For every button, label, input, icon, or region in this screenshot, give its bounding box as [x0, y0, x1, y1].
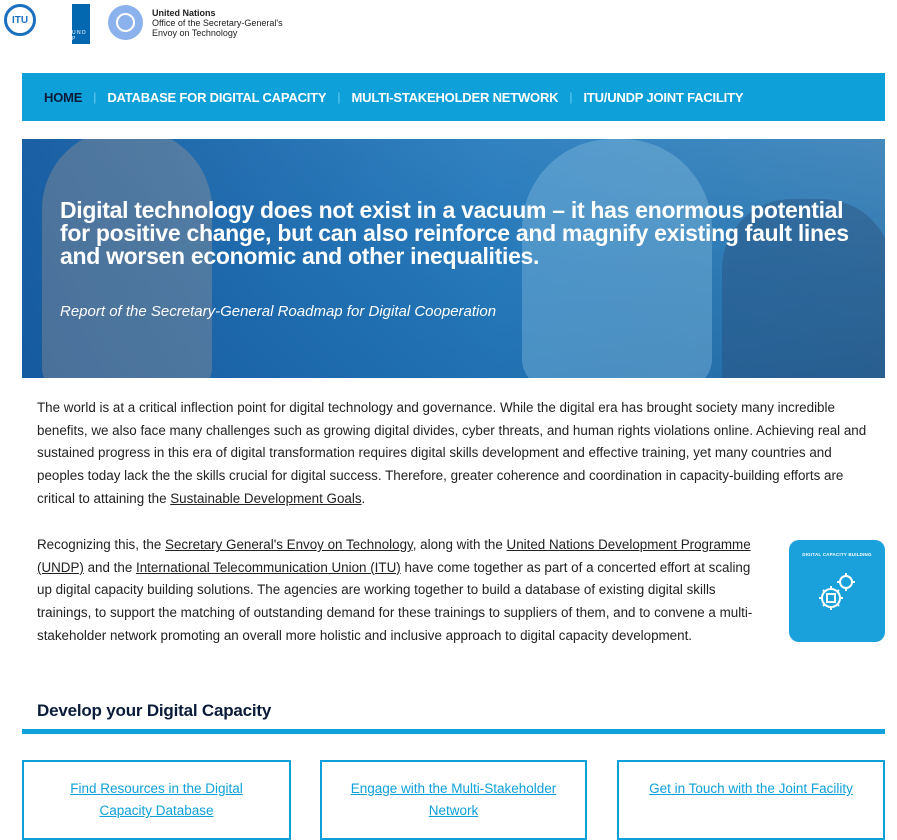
- engage-network-link[interactable]: Engage with the Multi-Stakeholder Networ…: [351, 781, 557, 818]
- org-line-2: Office of the Secretary-General's: [152, 18, 283, 28]
- nav-joint-facility[interactable]: ITU/UNDP JOINT FACILITY: [583, 90, 743, 105]
- undp-logo-text: U N D P: [72, 30, 86, 42]
- gear-chip-icon: [819, 573, 855, 610]
- nav-home[interactable]: HOME: [44, 90, 82, 105]
- itu-logo[interactable]: ITU: [4, 4, 36, 36]
- nav-network[interactable]: MULTI-STAKEHOLDER NETWORK: [352, 90, 559, 105]
- intro-paragraph-1: The world is at a critical inflection po…: [37, 397, 867, 511]
- intro-text: Recognizing this, the: [37, 537, 166, 552]
- hero-citation: Report of the Secretary-General Roadmap …: [60, 303, 497, 320]
- cta-box-contact: Get in Touch with the Joint Facility: [617, 760, 885, 840]
- org-line-1: United Nations: [152, 8, 216, 18]
- hero-banner: Digital technology does not exist in a v…: [22, 139, 885, 378]
- envoy-link[interactable]: Secretary General's Envoy on Technology: [165, 537, 413, 552]
- cta-box-network: Engage with the Multi-Stakeholder Networ…: [320, 760, 587, 840]
- section-divider: [22, 729, 885, 734]
- nav-separator: |: [569, 90, 573, 104]
- badge-label: DIGITAL CAPACITY BUILDING: [802, 552, 872, 557]
- org-line-3: Envoy on Technology: [152, 28, 238, 38]
- nav-database[interactable]: DATABASE FOR DIGITAL CAPACITY: [107, 90, 326, 105]
- header-logos: ITU U N D P United Nations Office of the…: [0, 0, 897, 46]
- intro-paragraph-2: Recognizing this, the Secretary General'…: [37, 534, 767, 648]
- intro-text: , along with the: [412, 537, 507, 552]
- digital-capacity-building-badge: DIGITAL CAPACITY BUILDING: [789, 540, 885, 642]
- un-emblem-globe-icon: [116, 13, 135, 32]
- hero-quote: Digital technology does not exist in a v…: [60, 197, 849, 269]
- cta-box-database: Find Resources in the Digital Capacity D…: [22, 760, 291, 840]
- find-resources-link[interactable]: Find Resources in the Digital Capacity D…: [70, 781, 243, 818]
- intro-text: and the: [83, 559, 136, 575]
- intro-text: The world is at a critical inflection po…: [37, 400, 867, 506]
- get-in-touch-link[interactable]: Get in Touch with the Joint Facility: [649, 781, 853, 796]
- main-nav: HOME | DATABASE FOR DIGITAL CAPACITY | M…: [22, 73, 885, 121]
- sdg-link[interactable]: Sustainable Development Goals: [170, 491, 361, 506]
- itu-logo-text: ITU: [11, 14, 29, 26]
- intro-text: .: [361, 490, 366, 506]
- nav-separator: |: [337, 90, 341, 104]
- itu-link[interactable]: International Telecommunication Union (I…: [136, 560, 401, 575]
- nav-separator: |: [93, 90, 97, 104]
- office-name[interactable]: United Nations Office of the Secretary-G…: [152, 8, 283, 38]
- undp-logo[interactable]: U N D P: [72, 4, 90, 44]
- section-heading: Develop your Digital Capacity: [37, 701, 272, 720]
